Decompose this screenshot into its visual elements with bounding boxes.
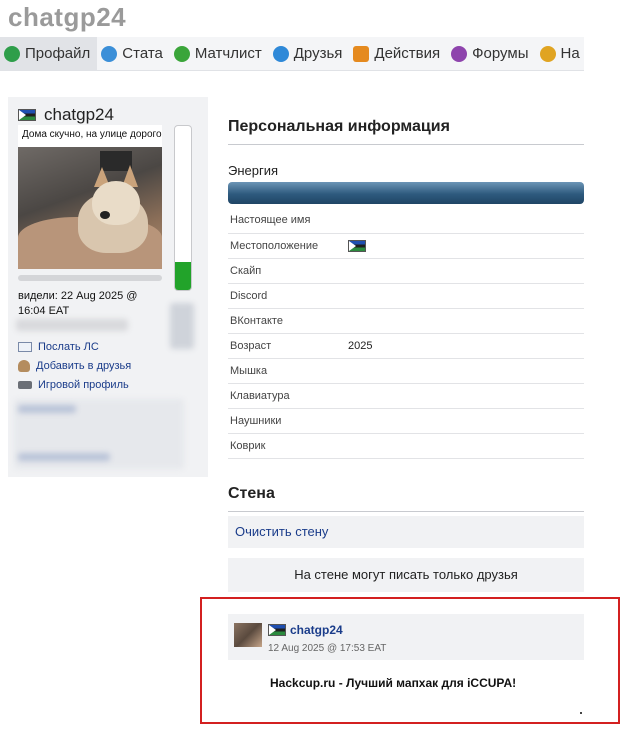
tab-forums[interactable]: Форумы <box>447 37 535 70</box>
blurred-link <box>18 405 76 413</box>
field-key: Возраст <box>228 333 348 359</box>
profile-card: chatgp24 Дома скучно, на улице дорого ви… <box>8 97 208 477</box>
post-author-link[interactable]: chatgp24 <box>268 623 343 637</box>
table-row: Discord <box>228 283 584 309</box>
table-row: ВКонтакте <box>228 308 584 334</box>
table-row: Настоящее имя <box>228 208 584 234</box>
wall-permission-note: На стене могут писать только друзья <box>228 557 584 592</box>
field-key: Скайп <box>228 258 348 284</box>
field-key: Коврик <box>228 433 348 459</box>
post-dot <box>580 712 582 714</box>
field-key: Настоящее имя <box>228 208 348 234</box>
field-key: ВКонтакте <box>228 308 348 334</box>
field-value: 2025 <box>348 333 584 359</box>
profile-username: chatgp24 <box>18 105 114 125</box>
post-author-name: chatgp24 <box>290 623 343 637</box>
send-message-link[interactable]: Послать ЛС <box>18 341 99 353</box>
link-label: Послать ЛС <box>38 341 99 353</box>
table-row: Скайп <box>228 258 584 284</box>
tab-friends[interactable]: Друзья <box>269 37 350 70</box>
flag-icon <box>268 624 286 636</box>
rewards-icon <box>539 45 556 62</box>
tab-label: Форумы <box>472 45 529 62</box>
table-row: Местоположение <box>228 233 584 259</box>
game-profile-icon <box>18 381 32 389</box>
field-value <box>348 283 584 309</box>
game-profile-link[interactable]: Игровой профиль <box>18 379 129 391</box>
add-friend-icon <box>18 360 30 372</box>
tab-stats[interactable]: Стата <box>97 37 170 70</box>
pic-dog-nose <box>100 211 110 219</box>
field-key: Наушники <box>228 408 348 434</box>
tab-label: Стата <box>122 45 163 62</box>
mail-icon <box>18 342 32 352</box>
field-value <box>348 383 584 409</box>
tab-label: Матчлист <box>194 45 262 62</box>
table-row: Клавиатура <box>228 383 584 409</box>
tab-profile[interactable]: Профайл <box>0 37 98 70</box>
tab-label: На <box>560 45 580 62</box>
experience-bar <box>18 275 162 281</box>
table-row: Возраст 2025 <box>228 333 584 359</box>
blurred-info <box>16 319 128 331</box>
table-row: Мышка <box>228 358 584 384</box>
link-label: Игровой профиль <box>38 379 129 391</box>
tab-label: Действия <box>374 45 441 62</box>
personal-info-section: Персональная информация Энергия Настояще… <box>228 118 584 592</box>
main-navbar: Профайл Стата Матчлист Друзья Действия Ф… <box>0 37 584 71</box>
flag-icon <box>18 109 36 121</box>
level-gauge <box>174 125 192 291</box>
last-seen: видели: 22 Aug 2025 @ 16:04 EAT <box>18 290 138 317</box>
profile-icon <box>4 45 20 62</box>
field-value <box>348 433 584 459</box>
personal-info-title: Персональная информация <box>228 118 584 145</box>
energy-label: Энергия <box>228 163 279 178</box>
pic-dog-head <box>92 181 140 225</box>
blurred-link <box>18 453 110 461</box>
field-value <box>348 308 584 334</box>
personal-info-table: Настоящее имя Местоположение Скайп Disco… <box>228 208 584 459</box>
tab-matchlist[interactable]: Матчлист <box>170 37 269 70</box>
field-value <box>348 258 584 284</box>
actions-icon <box>353 45 370 62</box>
table-row: Наушники <box>228 408 584 434</box>
energy-bar <box>228 182 584 204</box>
matchlist-icon <box>173 45 190 62</box>
friends-icon <box>272 45 289 62</box>
add-friend-link[interactable]: Добавить в друзья <box>18 360 131 372</box>
field-key: Discord <box>228 283 348 309</box>
level-gauge-fill <box>175 262 191 290</box>
tab-rewards[interactable]: На <box>536 37 585 70</box>
field-key: Клавиатура <box>228 383 348 409</box>
site-title: chatgp24 <box>8 2 127 32</box>
field-value <box>348 233 584 259</box>
avatar[interactable] <box>234 623 262 647</box>
blurred-badge <box>170 303 194 349</box>
wall-title: Стена <box>228 485 584 512</box>
post-header: chatgp24 12 Aug 2025 @ 17:53 EAT <box>228 614 584 660</box>
stats-icon <box>101 45 118 62</box>
table-row: Коврик <box>228 433 584 459</box>
tab-actions[interactable]: Действия <box>349 37 447 70</box>
field-value <box>348 408 584 434</box>
username-text: chatgp24 <box>44 105 114 124</box>
tab-label: Профайл <box>25 45 91 62</box>
field-value <box>348 358 584 384</box>
flag-icon <box>348 239 366 252</box>
link-label: Добавить в друзья <box>36 360 132 372</box>
profile-status: Дома скучно, на улице дорого <box>22 129 162 140</box>
tab-label: Друзья <box>293 45 343 62</box>
field-key: Мышка <box>228 358 348 384</box>
forums-icon <box>451 45 468 62</box>
clear-wall-button[interactable]: Очистить стену <box>228 515 584 548</box>
post-date: 12 Aug 2025 @ 17:53 EAT <box>268 643 387 654</box>
profile-photo[interactable]: Дома скучно, на улице дорого <box>18 125 162 269</box>
field-key: Местоположение <box>228 233 348 259</box>
wall-post: chatgp24 12 Aug 2025 @ 17:53 EAT Hackcup… <box>228 614 584 714</box>
post-text: Hackcup.ru - Лучший мапхак для iCCUPA! <box>270 676 517 690</box>
field-value <box>348 208 584 234</box>
avatar-image <box>18 147 162 269</box>
